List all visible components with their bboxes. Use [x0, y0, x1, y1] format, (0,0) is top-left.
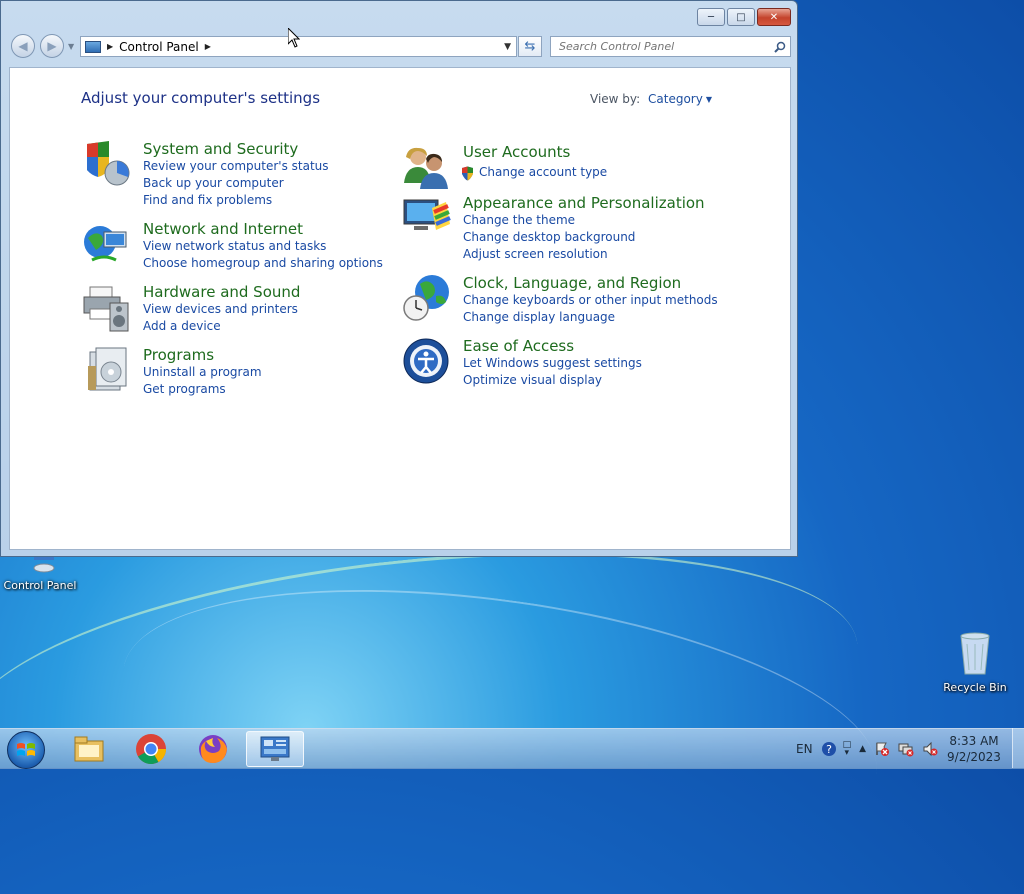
content-area: Adjust your computer's settings View by:…	[9, 67, 791, 550]
windows-logo-icon	[17, 743, 35, 756]
link-windows-suggest[interactable]: Let Windows suggest settings	[463, 356, 642, 370]
maximize-button[interactable]: □	[727, 8, 755, 26]
link-add-device[interactable]: Add a device	[143, 319, 221, 333]
input-options-icon[interactable]: □ ▾	[843, 741, 852, 758]
recent-pages-dropdown[interactable]: ▼	[68, 42, 74, 51]
taskbar-file-explorer[interactable]	[60, 731, 118, 767]
file-explorer-icon	[74, 736, 104, 762]
language-indicator[interactable]: EN	[796, 742, 813, 756]
category-title[interactable]: Clock, Language, and Region	[463, 274, 681, 292]
view-by-value: Category	[648, 92, 703, 106]
maximize-icon: □	[736, 11, 746, 23]
control-panel-icon	[85, 40, 101, 53]
search-box	[550, 36, 791, 57]
category-title[interactable]: Appearance and Personalization	[463, 194, 705, 212]
category-title[interactable]: Programs	[143, 346, 214, 364]
taskbar-firefox[interactable]	[184, 731, 242, 767]
taskbar: EN ? □ ▾ ▲	[0, 728, 1024, 769]
desktop-icon-label: Recycle Bin	[943, 681, 1007, 694]
chevron-down-icon: ▼	[705, 95, 712, 104]
network-globe-icon	[84, 226, 127, 262]
clock-globe-icon	[403, 275, 449, 321]
control-panel-window: ─ □ ✕ ◀ ▶ ▼ ▶ Control Panel ▶ ▼ ⇆ Adjust…	[0, 0, 798, 557]
search-input[interactable]	[557, 39, 761, 54]
view-by-dropdown[interactable]: Category ▼	[648, 92, 712, 106]
view-by-label: View by:	[590, 92, 641, 106]
clock-date: 9/2/2023	[947, 750, 1001, 764]
breadcrumb-arrow-icon[interactable]: ▶	[107, 42, 113, 51]
caption-buttons: ─ □ ✕	[697, 8, 791, 26]
network-disconnected-icon[interactable]	[898, 741, 914, 757]
refresh-icon: ⇆	[524, 39, 536, 54]
help-icon[interactable]: ?	[821, 741, 837, 757]
category-title[interactable]: Ease of Access	[463, 337, 574, 355]
volume-muted-icon[interactable]	[922, 741, 938, 757]
breadcrumb-control-panel[interactable]: Control Panel	[119, 40, 199, 54]
forward-button[interactable]: ▶	[40, 34, 64, 58]
appearance-monitor-icon	[403, 199, 451, 230]
address-dropdown-icon[interactable]: ▼	[504, 42, 511, 52]
control-panel-icon	[260, 736, 290, 761]
programs-box-icon	[88, 347, 127, 391]
category-title[interactable]: System and Security	[143, 140, 298, 158]
link-find-fix[interactable]: Find and fix problems	[143, 193, 272, 207]
mouse-cursor-icon	[288, 28, 300, 48]
minimize-button[interactable]: ─	[697, 8, 725, 26]
link-network-status[interactable]: View network status and tasks	[143, 239, 326, 253]
forward-arrow-icon: ▶	[47, 39, 57, 53]
minimize-icon: ─	[707, 11, 715, 23]
chrome-icon	[136, 734, 166, 765]
link-change-keyboards[interactable]: Change keyboards or other input methods	[463, 293, 718, 307]
link-devices-printers[interactable]: View devices and printers	[143, 302, 298, 316]
back-button[interactable]: ◀	[11, 34, 35, 58]
category-title[interactable]: User Accounts	[463, 143, 570, 161]
link-desktop-background[interactable]: Change desktop background	[463, 230, 635, 244]
link-uninstall[interactable]: Uninstall a program	[143, 365, 262, 379]
link-back-up[interactable]: Back up your computer	[143, 176, 284, 190]
navigation-bar: ◀ ▶ ▼ ▶ Control Panel ▶ ▼ ⇆	[9, 34, 791, 60]
refresh-button[interactable]: ⇆	[518, 36, 542, 57]
link-display-language[interactable]: Change display language	[463, 310, 615, 324]
system-tray: EN ? □ ▾ ▲	[796, 729, 944, 769]
link-get-programs[interactable]: Get programs	[143, 382, 226, 396]
show-hidden-icons-icon[interactable]: ▲	[859, 744, 866, 754]
link-change-theme[interactable]: Change the theme	[463, 213, 575, 227]
category-title[interactable]: Hardware and Sound	[143, 283, 300, 301]
link-screen-resolution[interactable]: Adjust screen resolution	[463, 247, 608, 261]
taskbar-clock[interactable]: 8:33 AM 9/2/2023	[945, 733, 1003, 765]
page-title: Adjust your computer's settings	[81, 89, 321, 107]
show-desktop-button[interactable]	[1012, 728, 1024, 768]
link-review-status[interactable]: Review your computer's status	[143, 159, 329, 173]
users-icon	[404, 147, 448, 189]
svg-text:?: ?	[826, 743, 832, 756]
taskbar-chrome[interactable]	[122, 731, 180, 767]
start-button[interactable]	[7, 731, 45, 769]
taskbar-control-panel[interactable]	[246, 731, 304, 767]
link-change-account-type[interactable]: Change account type	[479, 165, 607, 179]
ease-of-access-icon	[403, 338, 449, 384]
back-arrow-icon: ◀	[18, 39, 28, 53]
close-icon: ✕	[769, 11, 779, 23]
category-title[interactable]: Network and Internet	[143, 220, 303, 238]
clock-time: 8:33 AM	[949, 734, 999, 748]
close-button[interactable]: ✕	[757, 8, 791, 26]
uac-shield-icon	[462, 166, 473, 181]
breadcrumb-arrow-icon[interactable]: ▶	[205, 42, 211, 51]
security-shield-icon	[87, 141, 130, 186]
link-optimize-visual[interactable]: Optimize visual display	[463, 373, 602, 387]
recycle-bin-icon	[960, 632, 990, 675]
desktop-icon-label: Control Panel	[3, 579, 77, 592]
firefox-icon	[199, 735, 227, 763]
search-icon[interactable]	[774, 41, 786, 53]
printer-speaker-icon	[83, 286, 129, 332]
desktop-icon-recycle-bin[interactable]: Recycle Bin	[940, 630, 1010, 694]
action-center-icon[interactable]	[874, 741, 890, 757]
desktop-icon-control-panel[interactable]: Control Panel	[0, 552, 80, 592]
link-homegroup[interactable]: Choose homegroup and sharing options	[143, 256, 383, 270]
